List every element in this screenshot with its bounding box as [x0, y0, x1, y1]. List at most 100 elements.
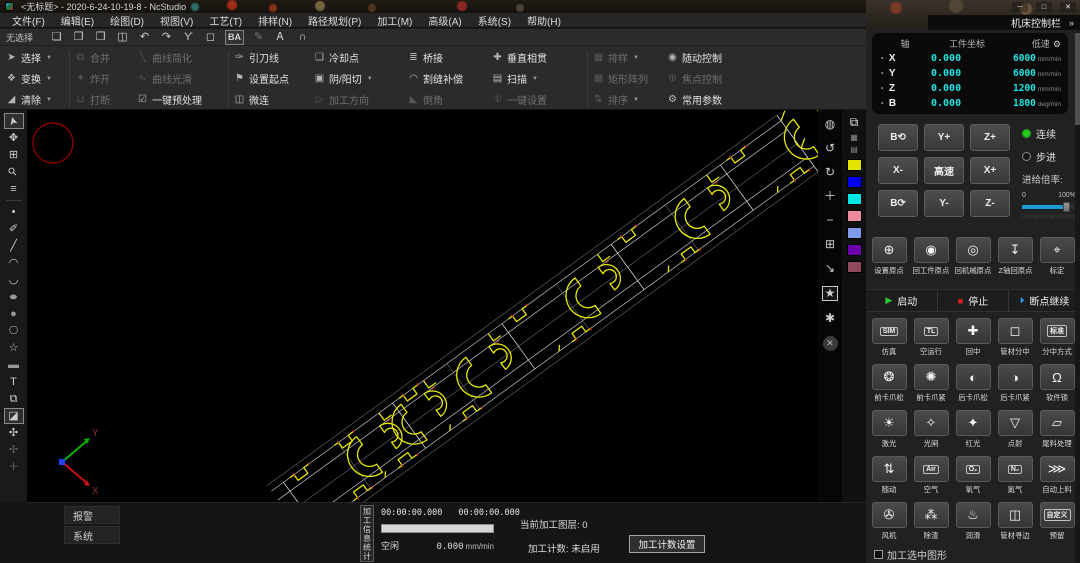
tool-curve-simplify[interactable]: ╲曲线简化	[136, 50, 224, 65]
menu-view[interactable]: 视图(V)	[152, 12, 201, 29]
tool-follow-control[interactable]: ◉随动控制	[666, 50, 762, 65]
tool-set-start-point[interactable]: ⚑设置起点	[233, 71, 313, 86]
measure-pen-icon[interactable]: ✎	[251, 31, 266, 44]
line-tool[interactable]: ╱	[4, 238, 24, 254]
reserved-custom-button[interactable]: 自定义预留	[1038, 502, 1077, 541]
tool-nest[interactable]: ▦排样▼	[592, 50, 666, 65]
text-tool[interactable]: T	[4, 374, 24, 390]
rotate-view-3d-icon[interactable]: ◍	[825, 118, 835, 131]
jog-x-plus-button[interactable]: X+	[970, 157, 1010, 184]
zoom-window-tool[interactable]: ⊞	[4, 147, 24, 163]
tool-common-params[interactable]: ⚙常用参数	[666, 92, 762, 107]
scrollbar-thumb[interactable]	[1075, 33, 1080, 125]
start-button[interactable]: ▶启动	[866, 290, 938, 311]
arc-fit-icon[interactable]: ∩	[295, 31, 310, 44]
probe-icon[interactable]: ϒ	[181, 31, 196, 44]
tool-micro-joint[interactable]: ◫微连	[233, 92, 313, 107]
tool-break[interactable]: ⊔打断	[74, 92, 136, 107]
minimize-button[interactable]: ─	[1012, 2, 1028, 12]
favorite-view-icon[interactable]: ★	[822, 286, 839, 301]
menu-process[interactable]: 工艺(T)	[201, 12, 250, 29]
maximize-button[interactable]: □	[1036, 2, 1052, 12]
close-button[interactable]: ✕	[1060, 2, 1076, 12]
drawing-canvas[interactable]: Y X	[28, 110, 818, 502]
select-tool[interactable]: ➤	[4, 113, 24, 129]
layers-icon[interactable]: ⧉	[850, 115, 859, 130]
dry-run-button[interactable]: TL空运行	[912, 318, 951, 357]
tab-system[interactable]: 系统	[64, 526, 120, 544]
checkbox-unchecked-icon[interactable]	[874, 550, 883, 559]
front-chuck-release-button[interactable]: ❂前卡爪松	[870, 364, 909, 403]
gear-icon[interactable]: ⚙	[1053, 39, 1061, 50]
save-icon[interactable]: ◫	[115, 31, 130, 44]
stop-button[interactable]: ■停止	[938, 290, 1010, 311]
software-lock-button[interactable]: Ω软件锁	[1038, 364, 1077, 403]
jog-z-plus-button[interactable]: Z+	[970, 124, 1010, 151]
menu-draw[interactable]: 绘图(D)	[102, 12, 152, 29]
menu-system[interactable]: 系统(S)	[470, 12, 519, 29]
redo-icon[interactable]: ↷	[159, 31, 174, 44]
tool-chamfer[interactable]: ◣倒角	[407, 92, 491, 107]
oxygen-button[interactable]: O₂氧气	[954, 456, 993, 495]
set-origin-button[interactable]: ⊕设置原点	[870, 237, 909, 276]
measure-tool[interactable]: ≡	[4, 181, 24, 197]
crosshair-tool[interactable]: ＋	[4, 459, 24, 475]
star-tool[interactable]: ☆	[4, 340, 24, 356]
close-panel-icon[interactable]: ✕	[823, 336, 838, 351]
layer-swatch-blue[interactable]	[847, 176, 862, 188]
open-folder-icon[interactable]: ❒	[93, 31, 108, 44]
laser-button[interactable]: ☀激光	[870, 410, 909, 449]
slider-thumb[interactable]	[1063, 202, 1070, 212]
tool-scan[interactable]: ▤扫描▼	[491, 71, 583, 86]
goto-machine-origin-button[interactable]: ◎回机械原点	[954, 237, 993, 276]
node-edit-tool[interactable]: ✣	[4, 425, 24, 441]
fan-button[interactable]: ✇风机	[870, 502, 909, 541]
menu-help[interactable]: 帮助(H)	[519, 12, 569, 29]
front-chuck-clamp-button[interactable]: ✺前卡爪紧	[912, 364, 951, 403]
spot-shot-button[interactable]: ▽点射	[996, 410, 1035, 449]
jog-x-minus-button[interactable]: X-	[878, 157, 918, 184]
ellipse-tool[interactable]: ●	[4, 289, 24, 305]
layer-swatch-pink[interactable]	[847, 210, 862, 222]
red-light-button[interactable]: ✦红光	[954, 410, 993, 449]
air-button[interactable]: Air空气	[912, 456, 951, 495]
layer-hide-icon[interactable]: ▤	[850, 145, 858, 154]
font-icon[interactable]: Ꭺ	[273, 31, 288, 44]
tool-vertical-intersect[interactable]: ✚垂直相贯	[491, 50, 583, 65]
layer-swatch-cyan[interactable]	[847, 193, 862, 205]
tool-machining-direction[interactable]: ▷加工方向	[313, 92, 407, 107]
magnifier-tool[interactable]: ⚲	[4, 164, 24, 180]
menu-machining[interactable]: 加工(M)	[369, 12, 420, 29]
polyline-tool[interactable]: ✐	[4, 221, 24, 237]
rotate-ccw-icon[interactable]: ↺	[825, 142, 835, 155]
tab-machining-stats[interactable]: 加工信息统计	[360, 505, 374, 562]
centering-mode-button[interactable]: 标准分中方式	[1038, 318, 1077, 357]
snap-tool[interactable]: ✢	[4, 442, 24, 458]
tool-curve-smooth[interactable]: ∿曲线光滑	[136, 71, 224, 86]
rear-chuck-release-button[interactable]: ◐后卡爪松	[954, 364, 993, 403]
pan-tool[interactable]: ✥	[4, 130, 24, 146]
tool-cut-mode[interactable]: ▣阴/阳切▼	[313, 71, 407, 86]
goto-work-origin-button[interactable]: ◉回工件原点	[912, 237, 951, 276]
step-mode-radio[interactable]: 步进	[1022, 149, 1076, 163]
eraser-tool[interactable]: ◪	[4, 408, 24, 424]
menu-advanced[interactable]: 高级(A)	[420, 12, 469, 29]
tool-focus-control[interactable]: ⊕焦点控制	[666, 71, 762, 86]
panel-scrollbar[interactable]	[1075, 31, 1080, 563]
jog-b-ccw-button[interactable]: B⟲	[878, 124, 918, 151]
tool-cooling-point[interactable]: ❑冷却点	[313, 50, 407, 65]
undo-icon[interactable]: ↶	[137, 31, 152, 44]
fit-view-icon[interactable]: ⊞	[825, 238, 835, 251]
jog-y-minus-button[interactable]: Y-	[924, 190, 964, 217]
tool-transform[interactable]: ❖变换▼	[5, 71, 65, 86]
lubrication-button[interactable]: ♨润滑	[954, 502, 993, 541]
layer-swatch-cornflower[interactable]	[847, 227, 862, 239]
tool-kerf-compensation[interactable]: ◠割缝补偿	[407, 71, 491, 86]
arc-3point-tool[interactable]: ◠	[4, 255, 24, 271]
tool-bridge[interactable]: ≣桥接	[407, 50, 491, 65]
follow-button[interactable]: ⇅随动	[870, 456, 909, 495]
tool-select[interactable]: ➤选择▼	[5, 50, 65, 65]
count-settings-button[interactable]: 加工计数设置	[629, 535, 705, 553]
zoom-out-icon[interactable]: −	[826, 214, 833, 227]
tail-material-button[interactable]: ▱尾料处理	[1038, 410, 1077, 449]
